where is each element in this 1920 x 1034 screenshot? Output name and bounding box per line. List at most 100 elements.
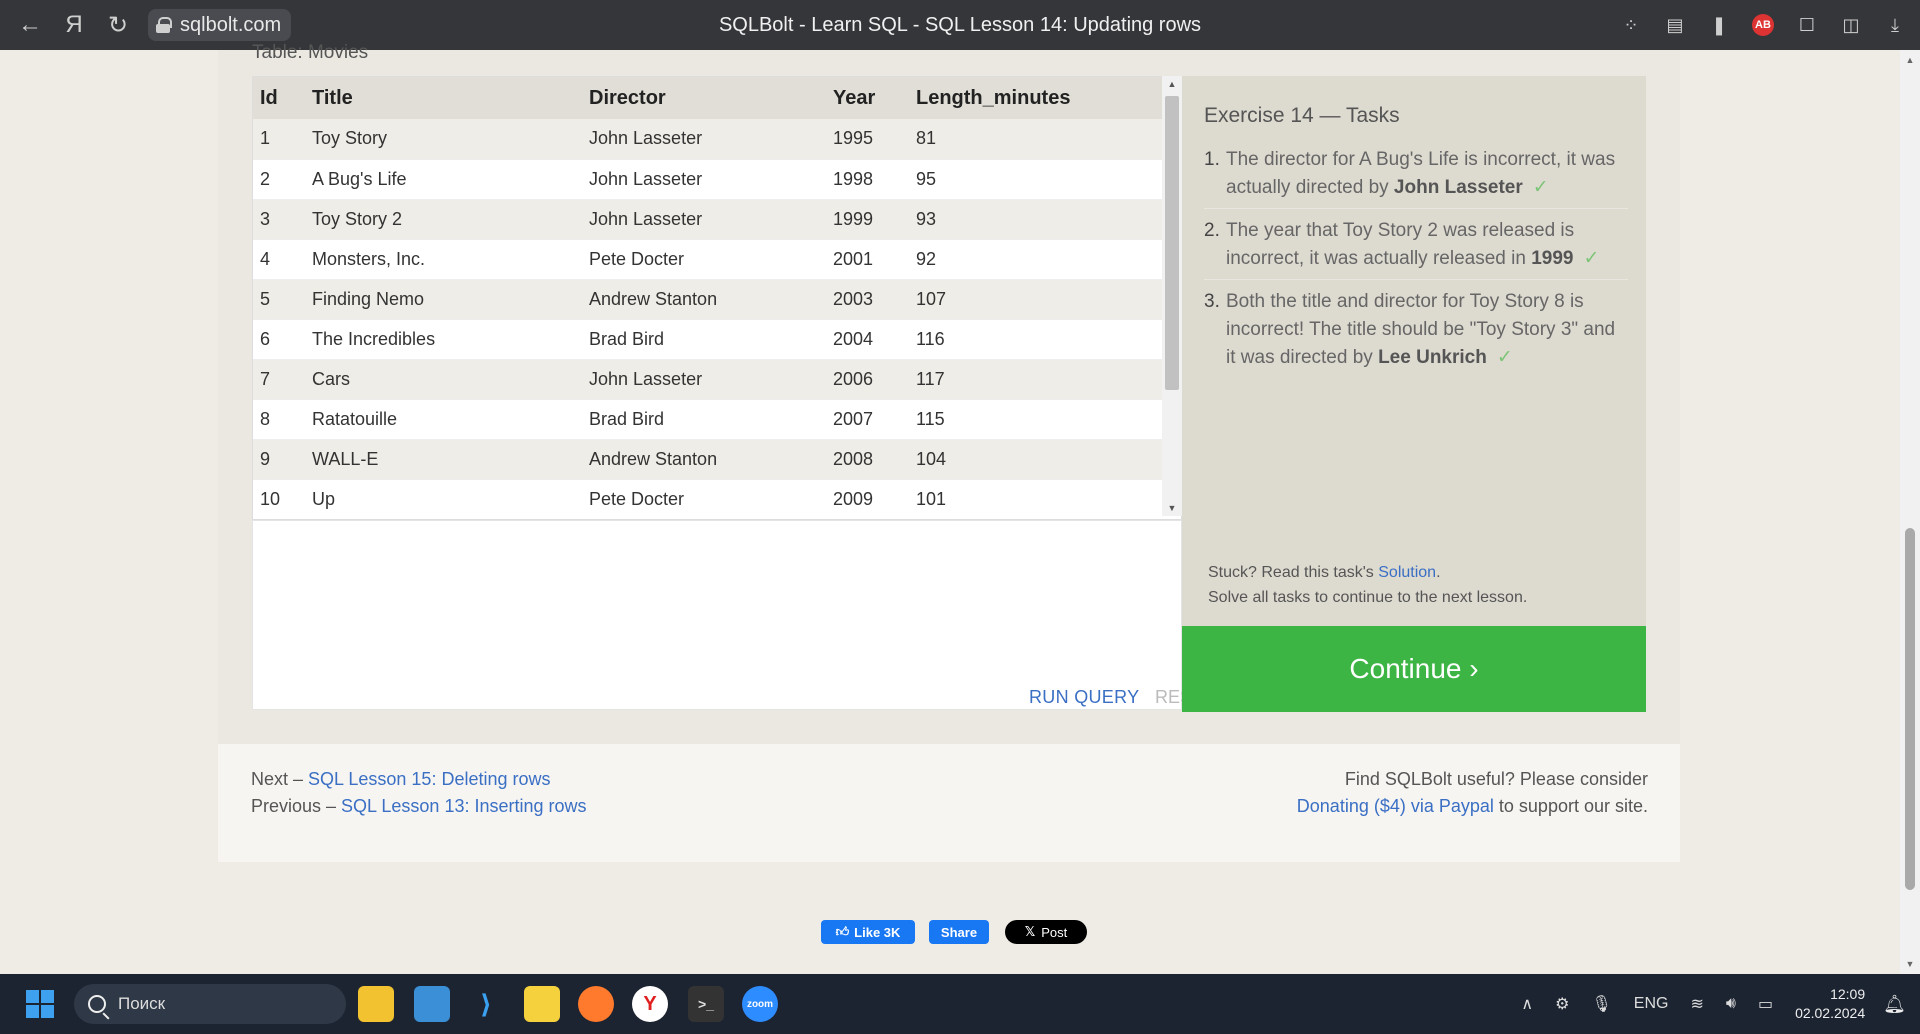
table-cell: 115: [909, 399, 1163, 440]
lesson-card: Table: Movies Id Title Director Year Len…: [218, 42, 1680, 862]
profile-icon[interactable]: ◫: [1840, 14, 1862, 36]
support-text: Find SQLBolt useful? Please consider: [1344, 769, 1648, 789]
table-row: 10 Up Pete Docter 2009 101: [253, 479, 1163, 519]
table-cell: 92: [909, 239, 1163, 280]
table-cell: 2003: [826, 279, 909, 320]
column-header: Director: [582, 77, 826, 119]
taskbar-search-box[interactable]: Поиск: [74, 984, 346, 1024]
column-header: Title: [305, 77, 582, 119]
post-label: Post: [1041, 924, 1068, 940]
stuck-hint: Stuck? Read this task's Solution. Solve …: [1208, 560, 1527, 610]
page-scroll-thumb[interactable]: [1905, 528, 1915, 890]
thumbs-up-icon: 👍︎: [835, 924, 850, 939]
table-scrollbar[interactable]: ▲ ▼: [1162, 76, 1182, 516]
solution-link[interactable]: Solution: [1378, 564, 1436, 581]
facebook-like-button[interactable]: 👍︎ Like 3K: [821, 920, 915, 944]
language-indicator[interactable]: ENG: [1634, 995, 1669, 1013]
previous-lesson-link[interactable]: SQL Lesson 13: Inserting rows: [341, 796, 586, 816]
taskbar-clock[interactable]: 12:09 02.02.2024: [1795, 985, 1865, 1023]
table-cell: 81: [909, 119, 1163, 160]
firefox-icon[interactable]: [578, 986, 614, 1022]
sql-query-editor[interactable]: RUN QUERY RESET: [252, 520, 1215, 710]
movies-table: Id Title Director Year Length_minutes 1 …: [253, 77, 1163, 519]
adblock-extension-icon[interactable]: AB: [1752, 14, 1774, 36]
table-row: 5 Finding Nemo Andrew Stanton 2003 107: [253, 279, 1163, 320]
table-cell: 8: [253, 399, 305, 440]
microphone-icon[interactable]: 🎙︎: [1591, 994, 1611, 1014]
search-icon: [88, 995, 106, 1013]
bookmark-icon[interactable]: ❚: [1708, 14, 1730, 36]
reader-icon[interactable]: ▤: [1664, 14, 1686, 36]
page-scrollbar[interactable]: ▲ ▼: [1900, 50, 1920, 974]
sticky-notes-icon[interactable]: [524, 986, 560, 1022]
file-explorer-icon[interactable]: [358, 986, 394, 1022]
task-number: 1.: [1204, 149, 1220, 170]
scroll-up-arrow-icon[interactable]: ▲: [1162, 76, 1182, 92]
task-number: 3.: [1204, 291, 1220, 312]
table-scroll-thumb[interactable]: [1165, 96, 1179, 390]
table-cell: John Lasseter: [582, 359, 826, 400]
facebook-share-button[interactable]: Share: [929, 920, 989, 944]
table-cell: 4: [253, 239, 305, 280]
table-cell: 2009: [826, 479, 909, 519]
table-cell: 117: [909, 359, 1163, 400]
extensions-icon[interactable]: ☐: [1796, 14, 1818, 36]
support-note: Find SQLBolt useful? Please consider Don…: [1297, 766, 1648, 820]
continue-hint: Solve all tasks to continue to the next …: [1208, 589, 1528, 606]
donate-link[interactable]: Donating ($4) via Paypal: [1297, 796, 1494, 816]
tasks-panel: Exercise 14 — Tasks 1. The director for …: [1182, 76, 1646, 626]
notifications-icon[interactable]: 🔔︎: [1883, 994, 1906, 1015]
like-label: Like 3K: [854, 924, 901, 940]
address-bar[interactable]: sqlbolt.com: [148, 9, 292, 41]
task-text: The year that Toy Story 2 was released i…: [1226, 220, 1575, 269]
support-suffix: to support our site.: [1493, 796, 1648, 816]
reload-icon[interactable]: ↻: [96, 0, 140, 50]
table-row: 2 A Bug's Life John Lasseter 1998 95: [253, 159, 1163, 200]
task-number: 2.: [1204, 220, 1220, 241]
continue-button[interactable]: Continue ›: [1182, 626, 1646, 712]
tabs-grid-icon[interactable]: ⁘: [1620, 14, 1642, 36]
table-cell: John Lasseter: [582, 159, 826, 200]
show-hidden-icons-icon[interactable]: ∧: [1521, 994, 1533, 1014]
column-header: Length_minutes: [909, 77, 1163, 119]
windows-start-icon[interactable]: [26, 990, 54, 1018]
next-lesson-link[interactable]: SQL Lesson 15: Deleting rows: [308, 769, 550, 789]
back-icon[interactable]: ←: [8, 0, 52, 50]
control-panel-icon[interactable]: [414, 986, 450, 1022]
zoom-icon[interactable]: zoom: [742, 986, 778, 1022]
table-cell: 10: [253, 479, 305, 519]
scroll-down-arrow-icon[interactable]: ▼: [1900, 956, 1920, 972]
battery-icon[interactable]: ▭: [1758, 994, 1773, 1014]
table-cell: Up: [305, 479, 582, 519]
task-item: 3. Both the title and director for Toy S…: [1204, 288, 1628, 378]
scroll-down-arrow-icon[interactable]: ▼: [1162, 500, 1182, 516]
run-query-button[interactable]: RUN QUERY: [1029, 687, 1139, 708]
task-list: 1. The director for A Bug's Life is inco…: [1204, 146, 1628, 386]
task-item: 2. The year that Toy Story 2 was release…: [1204, 217, 1628, 280]
table-cell: 2001: [826, 239, 909, 280]
table-cell: 2: [253, 159, 305, 200]
table-cell: 95: [909, 159, 1163, 200]
yandex-browser-icon[interactable]: Y: [632, 986, 668, 1022]
task-answer: Lee Unkrich: [1378, 347, 1487, 368]
wifi-icon[interactable]: ≋: [1690, 994, 1703, 1014]
table-caption: Table: Movies: [252, 42, 369, 63]
yandex-logo-icon[interactable]: Я: [52, 0, 96, 50]
system-tray: ∧ ⚙ 🎙︎ ENG ≋ 🔊︎ ▭ 12:09 02.02.2024 🔔︎: [1521, 974, 1920, 1034]
next-prefix: Next –: [251, 769, 309, 789]
steam-icon[interactable]: ⚙: [1555, 994, 1569, 1014]
volume-icon[interactable]: 🔊︎: [1726, 995, 1736, 1013]
table-cell: John Lasseter: [582, 199, 826, 240]
table-row: 6 The Incredibles Brad Bird 2004 116: [253, 319, 1163, 360]
table-cell: 104: [909, 439, 1163, 480]
scroll-up-arrow-icon[interactable]: ▲: [1900, 52, 1920, 68]
x-post-button[interactable]: 𝕏 Post: [1005, 920, 1087, 944]
table-cell: 7: [253, 359, 305, 400]
downloads-icon[interactable]: ⤓: [1884, 14, 1906, 36]
table-row: 4 Monsters, Inc. Pete Docter 2001 92: [253, 239, 1163, 280]
table-cell: Toy Story: [305, 119, 582, 160]
table-cell: Brad Bird: [582, 319, 826, 360]
exercise-area: Table: Movies Id Title Director Year Len…: [218, 42, 1680, 744]
vscode-icon[interactable]: ⟩: [468, 986, 504, 1022]
terminal-icon[interactable]: >_: [688, 986, 724, 1022]
